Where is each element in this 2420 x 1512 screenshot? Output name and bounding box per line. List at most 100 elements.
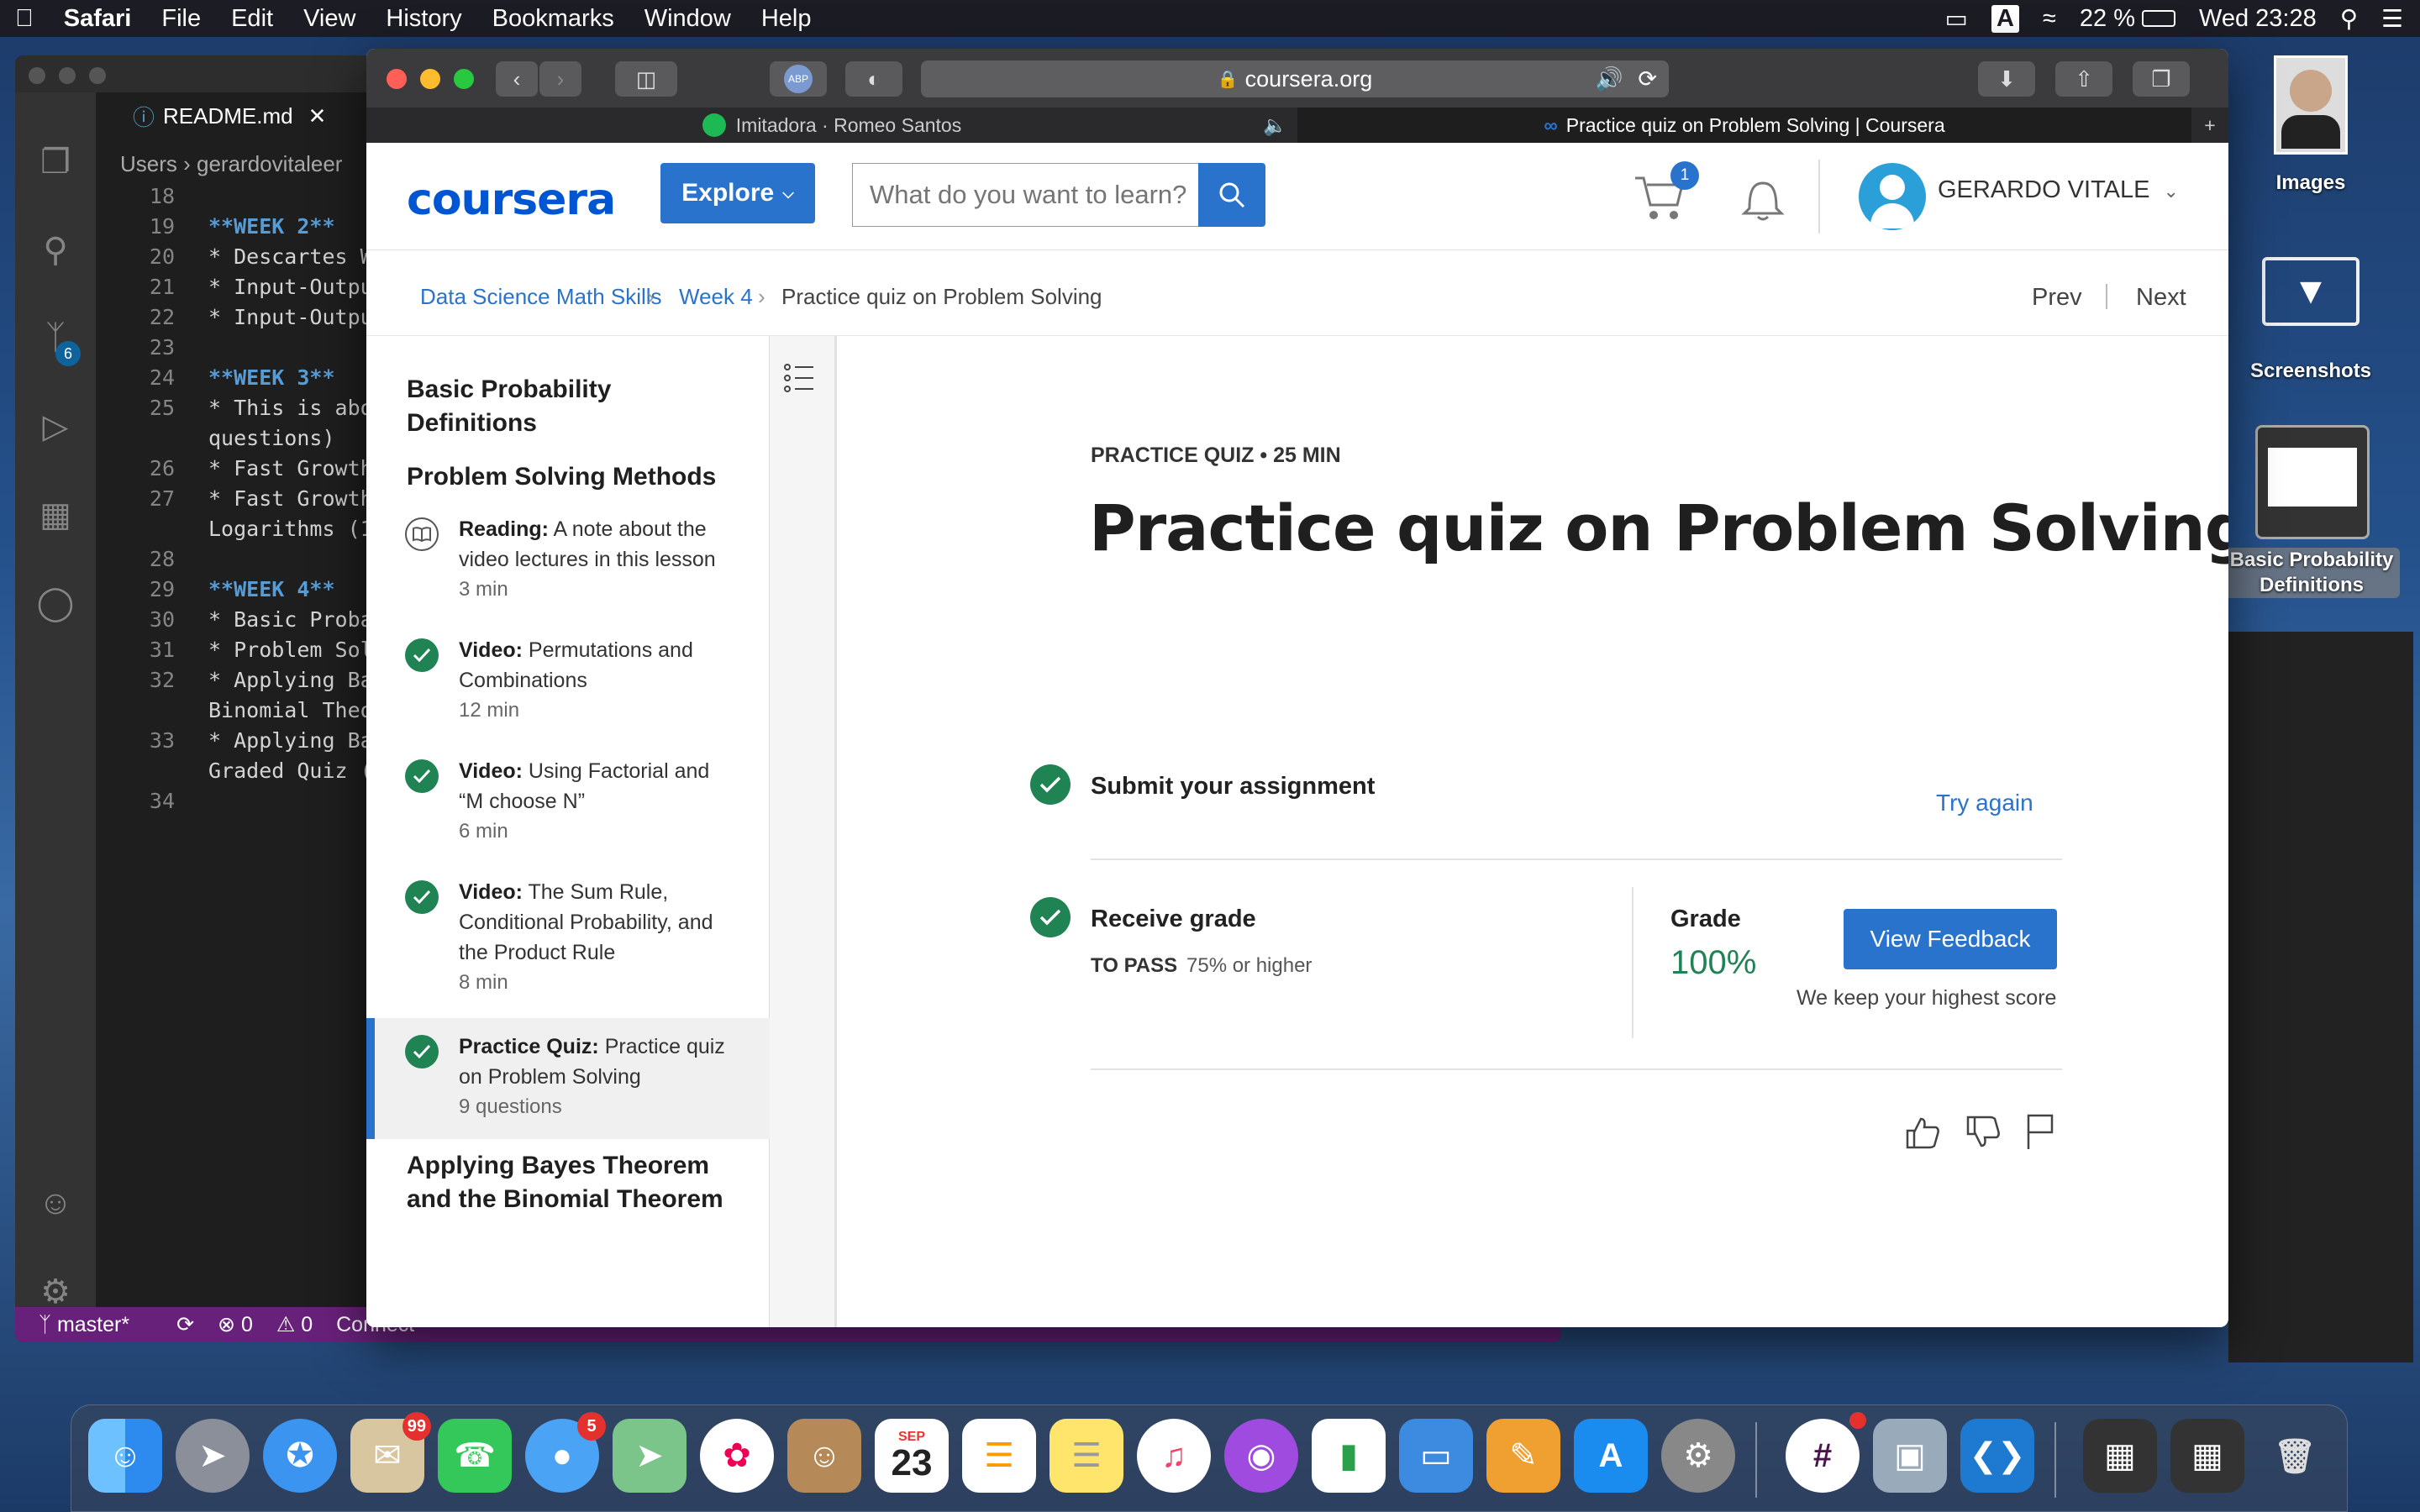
vscode-zoom-icon[interactable] <box>89 67 106 84</box>
mail-icon[interactable]: ✉ 99 <box>350 1412 431 1493</box>
vscode-close-icon[interactable] <box>29 67 45 84</box>
code-line[interactable]: 32 * Applying Ba <box>116 665 386 696</box>
code-line[interactable]: 25 * This is abo <box>116 393 386 423</box>
battery-percent[interactable]: 22 % <box>2080 5 2135 33</box>
code-line[interactable]: 33 * Applying Ba <box>116 726 386 756</box>
control-center-icon[interactable]: ☰ <box>2381 4 2403 34</box>
code-line[interactable]: 21 * Input-Outpu <box>116 272 386 302</box>
code-line[interactable]: 30 * Basic Proba <box>116 605 386 635</box>
battery-icon[interactable] <box>2142 10 2176 27</box>
search-input[interactable] <box>852 163 1198 227</box>
sync-icon[interactable]: ⟳ <box>176 1312 194 1337</box>
sidebar-section-problem-solving[interactable]: Problem Solving Methods <box>407 460 760 494</box>
database-icon[interactable]: ◯ <box>34 584 77 627</box>
view-feedback-button[interactable]: View Feedback <box>1844 909 2057 969</box>
numbers-icon[interactable]: ▮ <box>1312 1419 1386 1493</box>
editor-breadcrumb[interactable]: Users › gerardovitaleer <box>120 151 342 177</box>
code-line[interactable]: 31 * Problem Sol <box>116 635 386 665</box>
slack-icon[interactable]: # <box>1786 1412 1866 1493</box>
audio-playing-icon[interactable]: 🔊 <box>1595 66 1623 92</box>
spotlight-search-icon[interactable]: ⚲ <box>2340 4 2358 34</box>
photos-icon[interactable]: ✿ <box>700 1419 774 1493</box>
messages-icon[interactable]: ● 5 <box>525 1412 606 1493</box>
adblock-extension-button[interactable]: ABP <box>770 61 827 97</box>
forward-button[interactable]: › <box>539 61 581 97</box>
source-control-icon[interactable]: ᛉ 6 <box>34 319 81 366</box>
menu-window[interactable]: Window <box>629 5 746 33</box>
tab-coursera[interactable]: ∞ Practice quiz on Problem Solving | Cou… <box>1297 108 2191 143</box>
trash-icon[interactable]: 🗑 <box>2258 1419 2332 1493</box>
input-source-icon[interactable]: A <box>1991 4 2019 33</box>
privacy-shield-icon[interactable]: ◐ <box>845 61 902 97</box>
screenshots-label[interactable]: Screenshots <box>2227 360 2395 383</box>
preview-icon[interactable]: ▣ <box>1873 1419 1947 1493</box>
reminders-icon[interactable]: ☰ <box>962 1419 1036 1493</box>
pages-icon[interactable]: ✎ <box>1486 1419 1560 1493</box>
airplay-icon[interactable]: ▭ <box>1945 4 1968 34</box>
code-line[interactable]: 28 <box>116 544 386 575</box>
sidebar-item-practice-quiz[interactable]: Practice Quiz: Practice quiz on Problem … <box>366 1018 770 1139</box>
menu-history[interactable]: History <box>371 5 476 33</box>
share-icon[interactable]: ⇧ <box>2055 61 2112 97</box>
file-label[interactable]: Basic Probability Definitions <box>2223 548 2400 598</box>
menu-view[interactable]: View <box>288 5 371 33</box>
tab-spotify[interactable]: Imitadora · Romeo Santos 🔈 <box>366 108 1297 143</box>
next-link[interactable]: Next <box>2136 284 2186 312</box>
notifications-bell-icon[interactable] <box>1741 175 1785 226</box>
clock[interactable]: Wed 23:28 <box>2199 5 2317 33</box>
sidebar-item-video-permutations[interactable]: Video: Permutations and Combinations 12 … <box>366 635 770 736</box>
breadcrumb-week[interactable]: Week 4 <box>679 284 753 310</box>
run-debug-icon[interactable]: ▷ <box>34 407 77 451</box>
app-store-icon[interactable]: A <box>1574 1419 1648 1493</box>
file-thumbnail[interactable] <box>2255 425 2370 539</box>
code-line[interactable]: 29 **WEEK 4** <box>116 575 386 605</box>
new-tab-button[interactable]: + <box>2191 108 2228 143</box>
search-button[interactable] <box>1198 163 1265 227</box>
code-line[interactable]: 24 **WEEK 3** <box>116 363 386 393</box>
screenshots-folder-icon[interactable]: ▼ <box>2262 257 2360 326</box>
keynote-icon[interactable]: ▭ <box>1399 1419 1473 1493</box>
sidebar-item-video-factorial[interactable]: Video: Using Factorial and “M choose N” … <box>366 756 770 857</box>
sidebar-item-reading[interactable]: Reading: A note about the video lectures… <box>366 514 770 615</box>
podcasts-icon[interactable]: ◉ <box>1224 1419 1298 1493</box>
images-label[interactable]: Images <box>2227 171 2395 195</box>
system-preferences-icon[interactable]: ⚙ <box>1661 1419 1735 1493</box>
apple-icon[interactable]:  <box>0 5 49 33</box>
code-line[interactable]: 23 <box>116 333 386 363</box>
cart-icon[interactable]: 1 <box>1634 161 1699 226</box>
extensions-icon[interactable]: ▦ <box>34 496 77 539</box>
vscode-minimize-icon[interactable] <box>59 67 76 84</box>
tab-overview-icon[interactable]: ❐ <box>2133 61 2190 97</box>
menu-app-name[interactable]: Safari <box>49 5 147 33</box>
thumbs-up-icon[interactable] <box>1904 1114 1941 1155</box>
avatar[interactable] <box>1859 163 1926 230</box>
account-icon[interactable]: ☺ <box>34 1184 77 1228</box>
downloads-stack-icon[interactable]: ▦ <box>2083 1419 2157 1493</box>
tab-audio-icon[interactable]: 🔈 <box>1263 114 1287 137</box>
code-line[interactable]: 27 * Fast Growth <box>116 484 386 514</box>
sidebar-section-basic-probability[interactable]: Basic Probability Definitions <box>407 373 659 440</box>
explorer-icon[interactable]: ❐ <box>34 143 77 186</box>
music-icon[interactable]: ♫ <box>1137 1419 1211 1493</box>
safari-icon[interactable]: ✪ <box>263 1419 337 1493</box>
code-line[interactable]: 20 * Descartes Wa <box>116 242 386 272</box>
git-branch[interactable]: ᛉ master* <box>39 1313 153 1337</box>
finder-icon[interactable]: ☺ <box>88 1419 162 1493</box>
maps-icon[interactable]: ➤ <box>613 1419 687 1493</box>
try-again-link[interactable]: Try again <box>1936 790 2033 816</box>
menu-help[interactable]: Help <box>746 5 827 33</box>
code-line[interactable]: 22 * Input-Outpu <box>116 302 386 333</box>
coursera-logo[interactable]: coursera <box>407 175 616 225</box>
address-bar[interactable]: 🔒 coursera.org 🔊 ⟳ <box>921 60 1669 97</box>
code-editor[interactable]: 18 19 **WEEK 2** 20 * Descartes Wa 21 * Input-… <box>116 181 386 816</box>
menu-edit[interactable]: Edit <box>216 5 288 33</box>
user-menu[interactable]: GERARDO VITALE ⌄ <box>1938 176 2179 204</box>
menu-file[interactable]: File <box>146 5 216 33</box>
vscode-icon[interactable]: ❮❯ <box>1960 1419 2034 1493</box>
code-line[interactable]: 18 <box>116 181 386 212</box>
prev-link[interactable]: Prev <box>2032 284 2082 312</box>
downloads-icon[interactable]: ⬇ <box>1978 61 2035 97</box>
code-line[interactable]: 34 <box>116 786 386 816</box>
close-window-icon[interactable] <box>387 69 407 89</box>
contacts-icon[interactable]: ☺ <box>787 1419 861 1493</box>
